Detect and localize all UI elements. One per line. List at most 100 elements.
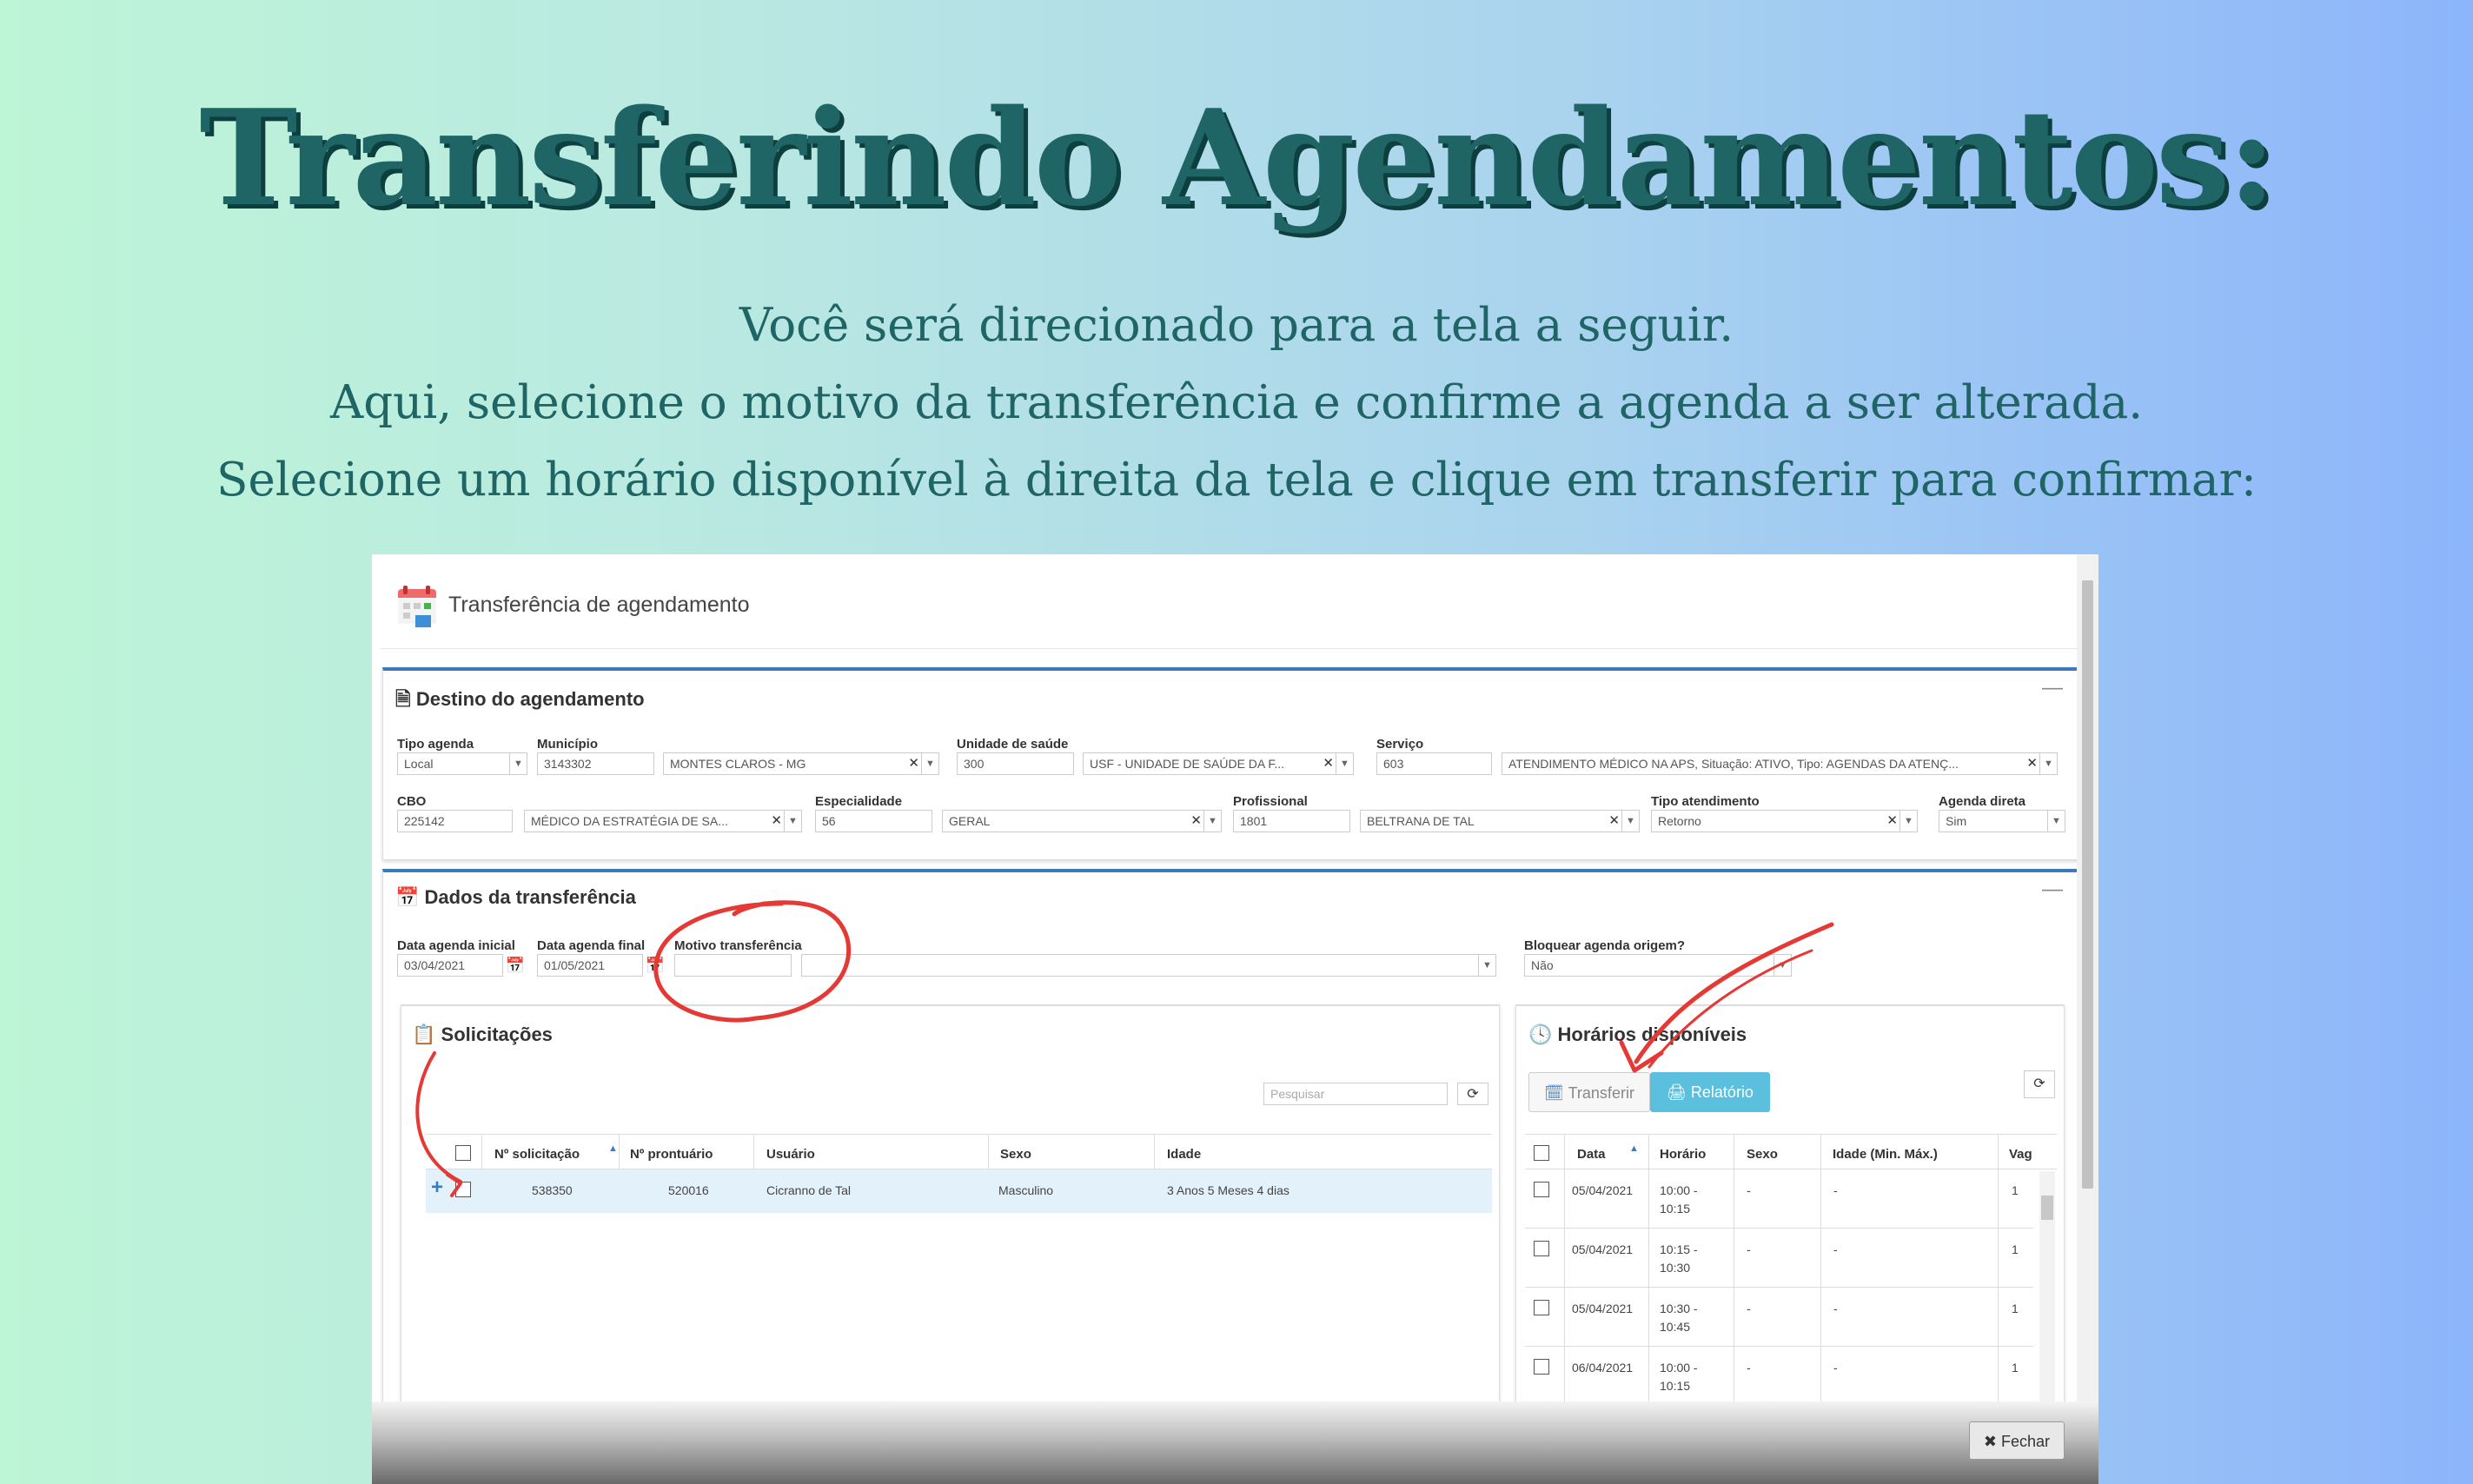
col-usuario[interactable]: Usuário bbox=[766, 1147, 815, 1162]
collapse-icon[interactable]: — bbox=[2042, 878, 2063, 902]
chevron-down-icon[interactable]: ▼ bbox=[509, 753, 527, 774]
relatorio-button[interactable]: 🖨 Relatório bbox=[1650, 1072, 1770, 1112]
cell-sexo: - bbox=[1747, 1183, 1751, 1197]
unidade-code-input[interactable]: 300 bbox=[957, 752, 1074, 775]
chevron-down-icon[interactable]: ▼ bbox=[1336, 753, 1353, 774]
clear-icon[interactable]: ✕ bbox=[1190, 812, 1202, 828]
col-horario[interactable]: Horário bbox=[1660, 1147, 1706, 1162]
refresh-icon[interactable]: ⟳ bbox=[1457, 1083, 1488, 1105]
servico-code-input[interactable]: 603 bbox=[1376, 752, 1492, 775]
especialidade-select[interactable]: GERAL ✕ ▼ bbox=[942, 810, 1222, 832]
especialidade-code-input[interactable]: 56 bbox=[815, 810, 932, 832]
chevron-down-icon[interactable]: ▼ bbox=[1774, 955, 1791, 976]
municipio-select[interactable]: MONTES CLAROS - MG ✕ ▼ bbox=[663, 752, 939, 775]
table-row[interactable]: 06/04/2021 10:00 - 10:15 - - 1 bbox=[1525, 1347, 2033, 1406]
col-idade[interactable]: Idade bbox=[1167, 1147, 1201, 1162]
col-idade[interactable]: Idade (Min. Máx.) bbox=[1833, 1147, 1938, 1162]
chevron-down-icon[interactable]: ▼ bbox=[2047, 811, 2065, 831]
select-all-checkbox[interactable] bbox=[455, 1145, 471, 1161]
profissional-select[interactable]: BELTRANA DE TAL ✕ ▼ bbox=[1360, 810, 1640, 832]
window-scrollbar[interactable] bbox=[2077, 554, 2098, 1406]
calendar-icon[interactable]: 📅 bbox=[643, 954, 667, 977]
chevron-down-icon[interactable]: ▼ bbox=[921, 753, 938, 774]
bloquear-select[interactable]: Não ▼ bbox=[1524, 954, 1792, 977]
col-solicitacao[interactable]: Nº solicitação bbox=[494, 1147, 580, 1162]
table-row[interactable]: 05/04/2021 10:30 - 10:45 - - 1 bbox=[1525, 1288, 2033, 1347]
table-row[interactable]: + 538350 520016 Cicranno de Tal Masculin… bbox=[426, 1169, 1492, 1213]
cell-idade: - bbox=[1833, 1361, 1838, 1375]
table-row[interactable]: 05/04/2021 10:15 - 10:30 - - 1 bbox=[1525, 1229, 2033, 1288]
row-checkbox[interactable] bbox=[1534, 1241, 1549, 1256]
col-vagas[interactable]: Vag bbox=[2009, 1147, 2032, 1162]
municipio-code-input[interactable]: 3143302 bbox=[537, 752, 654, 775]
profissional-code-input[interactable]: 1801 bbox=[1233, 810, 1350, 832]
motivo-select[interactable]: ▼ bbox=[801, 954, 1496, 977]
cbo-select[interactable]: MÉDICO DA ESTRATÉGIA DE SA... ✕ ▼ bbox=[524, 810, 802, 832]
clear-icon[interactable]: ✕ bbox=[771, 812, 782, 828]
row-checkbox[interactable] bbox=[1534, 1182, 1549, 1197]
cell-horario-end: 10:15 bbox=[1660, 1202, 1691, 1216]
cell-idade: - bbox=[1833, 1183, 1838, 1197]
municipio-label: Município bbox=[537, 737, 598, 752]
clear-icon[interactable]: ✕ bbox=[1886, 812, 1898, 828]
row-checkbox[interactable] bbox=[1534, 1359, 1549, 1375]
sort-asc-icon[interactable]: ▲ bbox=[608, 1143, 618, 1154]
destino-heading: 🗎 Destino do agendamento bbox=[395, 688, 645, 710]
table-row[interactable]: 05/04/2021 10:00 - 10:15 - - 1 bbox=[1525, 1169, 2033, 1229]
cell-horario-end: 10:45 bbox=[1660, 1320, 1691, 1334]
especialidade-label: Especialidade bbox=[815, 794, 903, 809]
cbo-label: CBO bbox=[397, 794, 427, 809]
clear-icon[interactable]: ✕ bbox=[2026, 755, 2038, 771]
cell-usuario: Cicranno de Tal bbox=[766, 1183, 852, 1197]
tipo-agenda-select[interactable]: Local ▼ bbox=[397, 752, 527, 775]
unidade-select[interactable]: USF - UNIDADE DE SAÚDE DA F... ✕ ▼ bbox=[1083, 752, 1354, 775]
chevron-down-icon[interactable]: ▼ bbox=[2039, 753, 2057, 774]
clear-icon[interactable]: ✕ bbox=[908, 755, 919, 771]
row-checkbox[interactable] bbox=[1534, 1300, 1549, 1315]
cell-prontuario: 520016 bbox=[668, 1183, 709, 1197]
expand-icon[interactable]: + bbox=[431, 1177, 443, 1198]
data-final-input[interactable]: 01/05/2021 bbox=[537, 954, 643, 977]
cell-sexo: - bbox=[1747, 1302, 1751, 1315]
agenda-direta-select[interactable]: Sim ▼ bbox=[1939, 810, 2065, 832]
sort-asc-icon[interactable]: ▲ bbox=[1629, 1143, 1639, 1154]
data-inicial-input[interactable]: 03/04/2021 bbox=[397, 954, 503, 977]
select-all-checkbox[interactable] bbox=[1534, 1145, 1549, 1161]
calendar-app-icon bbox=[398, 586, 436, 627]
cbo-code-input[interactable]: 225142 bbox=[397, 810, 513, 832]
cell-sexo: - bbox=[1747, 1242, 1751, 1256]
chevron-down-icon[interactable]: ▼ bbox=[1900, 811, 1917, 831]
print-icon: 🖨 bbox=[1667, 1083, 1687, 1101]
tipo-atendimento-select[interactable]: Retorno ✕ ▼ bbox=[1651, 810, 1918, 832]
data-inicial-label: Data agenda inicial bbox=[397, 938, 515, 953]
horarios-heading: 🕓 Horários disponíveis bbox=[1528, 1024, 1747, 1045]
col-prontuario[interactable]: Nº prontuário bbox=[630, 1147, 713, 1162]
chevron-down-icon[interactable]: ▼ bbox=[1478, 955, 1495, 976]
col-sexo[interactable]: Sexo bbox=[1000, 1147, 1031, 1162]
collapse-icon[interactable]: — bbox=[2042, 676, 2063, 700]
motivo-code-input[interactable] bbox=[674, 954, 792, 977]
chevron-down-icon[interactable]: ▼ bbox=[784, 811, 801, 831]
cell-horario-end: 10:15 bbox=[1660, 1379, 1691, 1393]
cell-sexo: Masculino bbox=[998, 1183, 1054, 1197]
col-data[interactable]: Data bbox=[1577, 1147, 1606, 1162]
col-sexo[interactable]: Sexo bbox=[1747, 1147, 1778, 1162]
fechar-button[interactable]: ✖ Fechar bbox=[1969, 1421, 2065, 1460]
refresh-icon[interactable]: ⟳ bbox=[2024, 1070, 2055, 1098]
chevron-down-icon[interactable]: ▼ bbox=[1203, 811, 1221, 831]
file-icon: 🗎 bbox=[395, 688, 411, 710]
chevron-down-icon[interactable]: ▼ bbox=[1621, 811, 1639, 831]
window-title: Transferência de agendamento bbox=[448, 593, 750, 617]
search-input[interactable]: Pesquisar bbox=[1263, 1083, 1448, 1105]
clear-icon[interactable]: ✕ bbox=[1323, 755, 1334, 771]
cell-vagas: 1 bbox=[2012, 1361, 2019, 1375]
instruction-line-3: Selecione um horário disponível à direit… bbox=[216, 454, 2257, 507]
calendar-icon[interactable]: 📅 bbox=[503, 954, 527, 977]
clear-icon[interactable]: ✕ bbox=[1608, 812, 1620, 828]
servico-select[interactable]: ATENDIMENTO MÉDICO NA APS, Situação: ATI… bbox=[1502, 752, 2058, 775]
cell-vagas: 1 bbox=[2012, 1183, 2019, 1197]
cell-horario-start: 10:00 - bbox=[1660, 1361, 1698, 1375]
transferir-button[interactable]: 🗓 Transferir bbox=[1528, 1072, 1650, 1112]
close-circle-icon: ✖ bbox=[1983, 1433, 1998, 1450]
row-checkbox[interactable] bbox=[455, 1182, 471, 1197]
